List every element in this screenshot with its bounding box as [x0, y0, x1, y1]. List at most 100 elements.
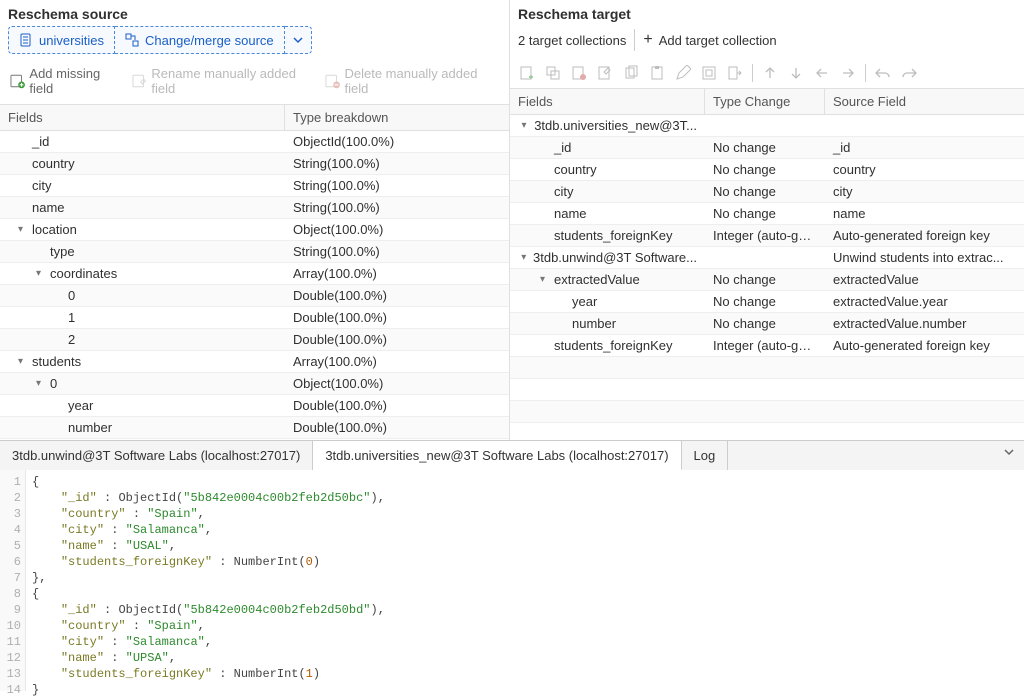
- undo-icon[interactable]: [874, 64, 892, 82]
- source-field: Unwind students into extrac...: [825, 247, 1024, 268]
- type-change: No change: [705, 269, 825, 290]
- table-row[interactable]: typeString(100.0%): [0, 241, 509, 263]
- target-table-body[interactable]: ▾3tdb.universities_new@3T..._idNo change…: [510, 115, 1024, 440]
- embed-icon[interactable]: [700, 64, 718, 82]
- source-field: name: [825, 203, 1024, 224]
- table-row[interactable]: ▾1Object(100.0%): [0, 439, 509, 440]
- tree-toggle-icon[interactable]: ▾: [522, 120, 533, 131]
- source-collection-button[interactable]: universities: [8, 26, 115, 54]
- field-name: country: [554, 162, 597, 177]
- table-row[interactable]: students_foreignKeyInteger (auto-gen...A…: [510, 335, 1024, 357]
- tab-spacer: [728, 441, 994, 470]
- field-name: city: [554, 184, 574, 199]
- table-row[interactable]: ▾locationObject(100.0%): [0, 219, 509, 241]
- tree-toggle-icon[interactable]: ▾: [36, 268, 48, 279]
- table-row[interactable]: 1Double(100.0%): [0, 307, 509, 329]
- field-cell: 2: [0, 329, 285, 350]
- table-row[interactable]: cityNo changecity: [510, 181, 1024, 203]
- tree-toggle-icon[interactable]: ▾: [18, 224, 30, 235]
- type-change: No change: [705, 159, 825, 180]
- type-breakdown: String(100.0%): [285, 241, 509, 262]
- extract-icon[interactable]: [726, 64, 744, 82]
- table-row[interactable]: students_foreignKeyInteger (auto-gen...A…: [510, 225, 1024, 247]
- table-row[interactable]: ▾0Object(100.0%): [0, 373, 509, 395]
- source-field: extractedValue.year: [825, 291, 1024, 312]
- source-table-body[interactable]: _idObjectId(100.0%)countryString(100.0%)…: [0, 131, 509, 440]
- tree-toggle-icon[interactable]: ▾: [540, 274, 552, 285]
- type-change: [705, 255, 825, 261]
- type-breakdown: Double(100.0%): [285, 285, 509, 306]
- editor-code[interactable]: { "_id" : ObjectId("5b842e0004c00b2feb2d…: [26, 470, 385, 691]
- type-change: No change: [705, 181, 825, 202]
- table-row[interactable]: _idNo change_id: [510, 137, 1024, 159]
- table-row[interactable]: countryNo changecountry: [510, 159, 1024, 181]
- table-row[interactable]: ▾3tdb.unwind@3T Software...Unwind studen…: [510, 247, 1024, 269]
- table-row[interactable]: numberNo changeextractedValue.number: [510, 313, 1024, 335]
- add-missing-field-button[interactable]: Add missing field: [8, 64, 126, 98]
- remove-icon[interactable]: [570, 64, 588, 82]
- target-fields-header[interactable]: Fields: [510, 89, 705, 114]
- move-right-icon[interactable]: [839, 64, 857, 82]
- add-field-label: Add missing field: [29, 66, 124, 96]
- bottom-tabs: 3tdb.unwind@3T Software Labs (localhost:…: [0, 440, 1024, 470]
- table-row[interactable]: 2Double(100.0%): [0, 329, 509, 351]
- target-source-header[interactable]: Source Field: [825, 89, 1024, 114]
- add-target-button[interactable]: + Add target collection: [643, 33, 776, 48]
- field-cell: ▾coordinates: [0, 263, 285, 284]
- chevron-down-icon: [1004, 447, 1014, 457]
- move-up-icon[interactable]: [761, 64, 779, 82]
- field-cell: country: [510, 159, 705, 180]
- field-cell: ▾0: [0, 373, 285, 394]
- field-name: number: [68, 420, 112, 435]
- type-breakdown: Array(100.0%): [285, 263, 509, 284]
- add-icon[interactable]: [518, 64, 536, 82]
- tree-toggle-icon[interactable]: ▾: [18, 356, 30, 367]
- toolbar-separator: [752, 64, 753, 82]
- field-cell: year: [510, 291, 705, 312]
- type-breakdown: Array(100.0%): [285, 351, 509, 372]
- source-type-header[interactable]: Type breakdown: [285, 105, 509, 130]
- table-row[interactable]: nameString(100.0%): [0, 197, 509, 219]
- redo-icon[interactable]: [900, 64, 918, 82]
- table-row[interactable]: cityString(100.0%): [0, 175, 509, 197]
- table-row[interactable]: ▾studentsArray(100.0%): [0, 351, 509, 373]
- bottom-tab[interactable]: Log: [682, 441, 729, 470]
- bottom-tab[interactable]: 3tdb.universities_new@3T Software Labs (…: [313, 441, 681, 470]
- field-cell: type: [0, 241, 285, 262]
- table-row[interactable]: numberDouble(100.0%): [0, 417, 509, 439]
- source-fields-header[interactable]: Fields: [0, 105, 285, 130]
- move-left-icon[interactable]: [813, 64, 831, 82]
- table-row[interactable]: _idObjectId(100.0%): [0, 131, 509, 153]
- delete-field-button: Delete manually added field: [323, 64, 501, 98]
- delete-field-label: Delete manually added field: [344, 66, 499, 96]
- table-row[interactable]: 0Double(100.0%): [0, 285, 509, 307]
- edit-icon[interactable]: [674, 64, 692, 82]
- change-merge-dropdown[interactable]: [285, 26, 312, 54]
- bottom-tab[interactable]: 3tdb.unwind@3T Software Labs (localhost:…: [0, 441, 313, 470]
- table-row[interactable]: countryString(100.0%): [0, 153, 509, 175]
- type-breakdown: Double(100.0%): [285, 329, 509, 350]
- source-field: Auto-generated foreign key: [825, 335, 1024, 356]
- paste-icon[interactable]: [648, 64, 666, 82]
- table-row[interactable]: ▾3tdb.universities_new@3T...: [510, 115, 1024, 137]
- tabs-overflow-button[interactable]: [994, 441, 1024, 470]
- tree-toggle-icon[interactable]: ▾: [521, 252, 531, 263]
- type-change: [705, 123, 825, 129]
- target-count: 2 target collections: [518, 33, 626, 48]
- add-target-label: Add target collection: [659, 33, 777, 48]
- field-name: extractedValue: [554, 272, 640, 287]
- move-down-icon[interactable]: [787, 64, 805, 82]
- table-row[interactable]: nameNo changename: [510, 203, 1024, 225]
- copy-icon[interactable]: [622, 64, 640, 82]
- target-change-header[interactable]: Type Change: [705, 89, 825, 114]
- change-merge-source-button[interactable]: Change/merge source: [115, 26, 285, 54]
- field-name: number: [572, 316, 616, 331]
- duplicate-icon[interactable]: [544, 64, 562, 82]
- rename-icon[interactable]: [596, 64, 614, 82]
- table-row[interactable]: ▾coordinatesArray(100.0%): [0, 263, 509, 285]
- tree-toggle-icon[interactable]: ▾: [36, 378, 48, 389]
- table-row[interactable]: yearNo changeextractedValue.year: [510, 291, 1024, 313]
- table-row[interactable]: yearDouble(100.0%): [0, 395, 509, 417]
- editor-gutter: 1234567891011121314: [0, 470, 26, 691]
- table-row[interactable]: ▾extractedValueNo changeextractedValue: [510, 269, 1024, 291]
